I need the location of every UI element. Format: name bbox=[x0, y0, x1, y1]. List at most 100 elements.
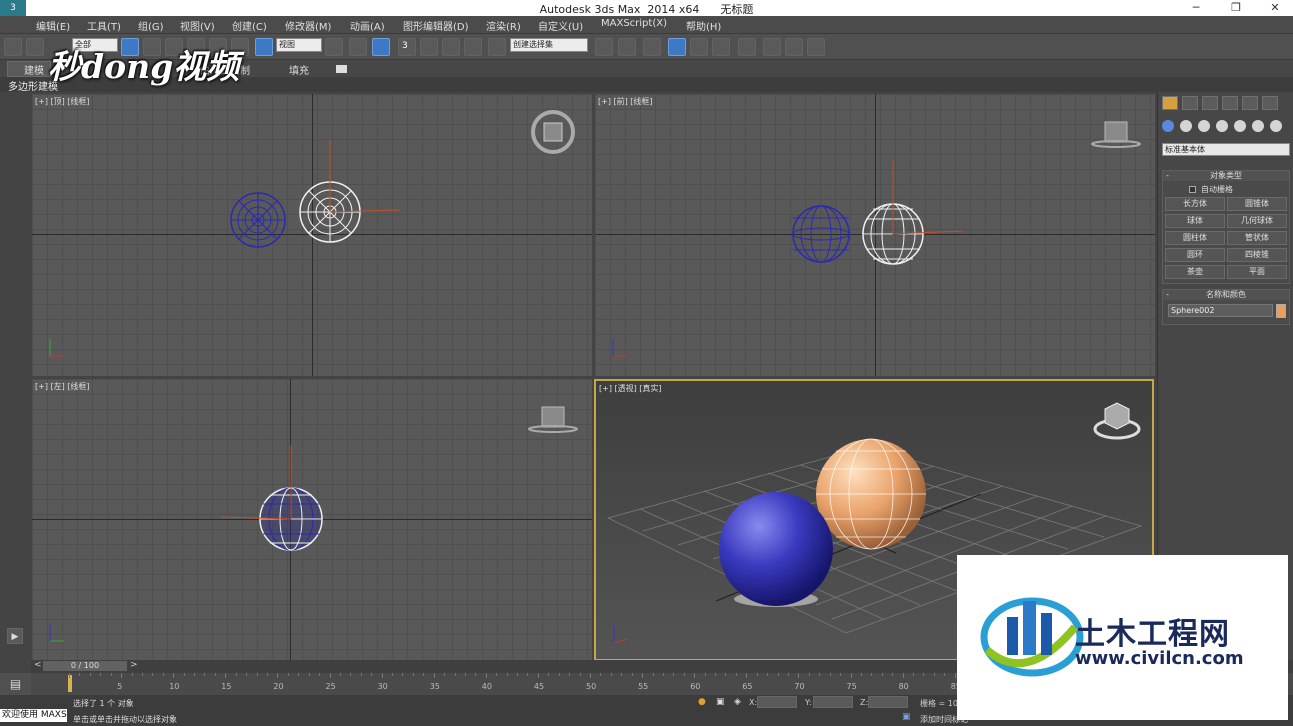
lights-icon[interactable] bbox=[1198, 120, 1210, 132]
geometry-icon[interactable] bbox=[1162, 120, 1174, 132]
graphite-toggle-icon[interactable] bbox=[668, 38, 686, 56]
time-tag-icon[interactable]: ▣ bbox=[902, 712, 911, 722]
maxscript-listener[interactable]: 欢迎使用 MAXS bbox=[0, 709, 67, 722]
cameras-icon[interactable] bbox=[1216, 120, 1228, 132]
cone-button[interactable]: 圆锥体 bbox=[1227, 197, 1287, 211]
menu-modifiers[interactable]: 修改器(M) bbox=[285, 18, 331, 33]
isolate-icon[interactable]: ● bbox=[698, 697, 706, 707]
edit-named-sel-icon[interactable] bbox=[488, 38, 506, 56]
select-manipulate-icon[interactable] bbox=[349, 38, 367, 56]
object-type-header[interactable]: - 对象类型 bbox=[1163, 171, 1289, 181]
material-editor-icon[interactable] bbox=[738, 38, 756, 56]
ribbon-tab-populate[interactable]: 填充 bbox=[289, 62, 309, 77]
minimize-button[interactable]: ─ bbox=[1178, 0, 1214, 16]
menu-customize[interactable]: 自定义(U) bbox=[538, 18, 583, 33]
blue-sphere-wire[interactable] bbox=[230, 192, 286, 248]
object-color-swatch[interactable] bbox=[1276, 304, 1286, 318]
abs-mode-icon[interactable]: ◈ bbox=[734, 697, 741, 707]
viewcube-ring[interactable] bbox=[528, 425, 578, 433]
cylinder-button[interactable]: 圆柱体 bbox=[1165, 231, 1225, 245]
trackbar-toggle-icon[interactable]: ▤ bbox=[0, 673, 31, 695]
spinner-snap-icon[interactable] bbox=[464, 38, 482, 56]
schematic-view-icon[interactable] bbox=[712, 38, 730, 56]
pivot-icon[interactable] bbox=[325, 38, 343, 56]
y-coord-field[interactable] bbox=[813, 696, 853, 708]
plane-button[interactable]: 平面 bbox=[1227, 265, 1287, 279]
viewcube-ring[interactable] bbox=[1091, 140, 1141, 148]
next-frame-button[interactable]: > bbox=[130, 660, 138, 670]
menu-rendering[interactable]: 渲染(R) bbox=[486, 18, 521, 33]
curve-editor-icon[interactable] bbox=[690, 38, 708, 56]
blue-sphere-wire[interactable] bbox=[792, 205, 850, 263]
menu-maxscript[interactable]: MAXScript(X) bbox=[601, 18, 667, 29]
spacewarps-icon[interactable] bbox=[1252, 120, 1264, 132]
display-tab-icon[interactable] bbox=[1242, 96, 1258, 110]
torus-button[interactable]: 圆环 bbox=[1165, 248, 1225, 262]
layer-manager-icon[interactable] bbox=[643, 38, 661, 56]
gizmo-x-axis[interactable] bbox=[329, 209, 401, 213]
named-selection-dropdown[interactable]: 创建选择集 bbox=[510, 38, 588, 52]
prev-frame-button[interactable]: < bbox=[34, 660, 42, 670]
close-button[interactable]: ✕ bbox=[1257, 0, 1293, 16]
shapes-icon[interactable] bbox=[1180, 120, 1192, 132]
keyboard-shortcut-icon[interactable] bbox=[372, 38, 390, 56]
box-button[interactable]: 长方体 bbox=[1165, 197, 1225, 211]
menu-help[interactable]: 帮助(H) bbox=[686, 18, 721, 33]
track-subtick bbox=[892, 673, 894, 676]
track-tick bbox=[642, 673, 644, 678]
menu-group[interactable]: 组(G) bbox=[138, 18, 164, 33]
ribbon-options-icon[interactable] bbox=[336, 65, 347, 73]
ribbon-tab-modeling[interactable]: 建模 bbox=[24, 62, 44, 77]
angle-snap-icon[interactable] bbox=[420, 38, 438, 56]
select-scale-icon[interactable] bbox=[255, 38, 273, 56]
time-slider[interactable]: 0 / 100 bbox=[43, 661, 127, 671]
percent-snap-icon[interactable] bbox=[442, 38, 460, 56]
maximize-button[interactable]: ❐ bbox=[1218, 0, 1254, 16]
menu-edit[interactable]: 编辑(E) bbox=[36, 18, 70, 33]
systems-icon[interactable] bbox=[1270, 120, 1282, 132]
link-icon[interactable] bbox=[4, 38, 22, 56]
motion-tab-icon[interactable] bbox=[1222, 96, 1238, 110]
play-icon[interactable]: ▶ bbox=[7, 628, 23, 644]
geosphere-button[interactable]: 几何球体 bbox=[1227, 214, 1287, 228]
tube-button[interactable]: 管状体 bbox=[1227, 231, 1287, 245]
create-tab-icon[interactable] bbox=[1162, 96, 1178, 110]
name-color-header[interactable]: - 名称和颜色 bbox=[1163, 290, 1289, 300]
render-setup-icon[interactable] bbox=[763, 38, 781, 56]
viewcube-icon[interactable] bbox=[541, 406, 565, 428]
blue-sphere[interactable] bbox=[719, 492, 833, 606]
menu-views[interactable]: 视图(V) bbox=[180, 18, 215, 33]
object-name-field[interactable]: Sphere002 bbox=[1168, 304, 1273, 317]
mirror-icon[interactable] bbox=[595, 38, 613, 56]
viewport-left[interactable]: [+] [左] [线框] bbox=[32, 379, 592, 661]
track-tick-label: 40 bbox=[481, 682, 492, 691]
track-tick-label: 65 bbox=[742, 682, 753, 691]
viewport-top[interactable]: [+] [顶] [线框] bbox=[32, 94, 592, 376]
viewcube-icon[interactable] bbox=[1104, 402, 1130, 430]
viewcube-icon[interactable] bbox=[1104, 121, 1128, 143]
primitive-category-dropdown[interactable]: 标准基本体 bbox=[1162, 143, 1290, 156]
align-icon[interactable] bbox=[618, 38, 636, 56]
hierarchy-tab-icon[interactable] bbox=[1202, 96, 1218, 110]
teapot-button[interactable]: 茶壶 bbox=[1165, 265, 1225, 279]
menu-graph-editors[interactable]: 图形编辑器(D) bbox=[403, 18, 469, 33]
viewcube-icon[interactable] bbox=[543, 122, 563, 142]
z-coord-field[interactable] bbox=[868, 696, 908, 708]
menu-animation[interactable]: 动画(A) bbox=[350, 18, 385, 33]
modify-tab-icon[interactable] bbox=[1182, 96, 1198, 110]
unlink-icon[interactable] bbox=[26, 38, 44, 56]
pyramid-button[interactable]: 四棱锥 bbox=[1227, 248, 1287, 262]
x-coord-field[interactable] bbox=[757, 696, 797, 708]
render-teapot-icon[interactable] bbox=[807, 38, 825, 56]
helpers-icon[interactable] bbox=[1234, 120, 1246, 132]
utilities-tab-icon[interactable] bbox=[1262, 96, 1278, 110]
viewport-front[interactable]: [+] [前] [线框] bbox=[595, 94, 1155, 376]
lock-icon[interactable]: ▣ bbox=[716, 697, 725, 707]
autogrid-checkbox[interactable]: 自动栅格 bbox=[1189, 184, 1233, 195]
sphere-button[interactable]: 球体 bbox=[1165, 214, 1225, 228]
snap-toggle-icon[interactable]: 3 bbox=[398, 38, 416, 56]
rendered-frame-icon[interactable] bbox=[785, 38, 803, 56]
ref-coord-dropdown[interactable]: 视图 bbox=[276, 38, 322, 52]
menu-create[interactable]: 创建(C) bbox=[232, 18, 267, 33]
menu-tools[interactable]: 工具(T) bbox=[87, 18, 121, 33]
